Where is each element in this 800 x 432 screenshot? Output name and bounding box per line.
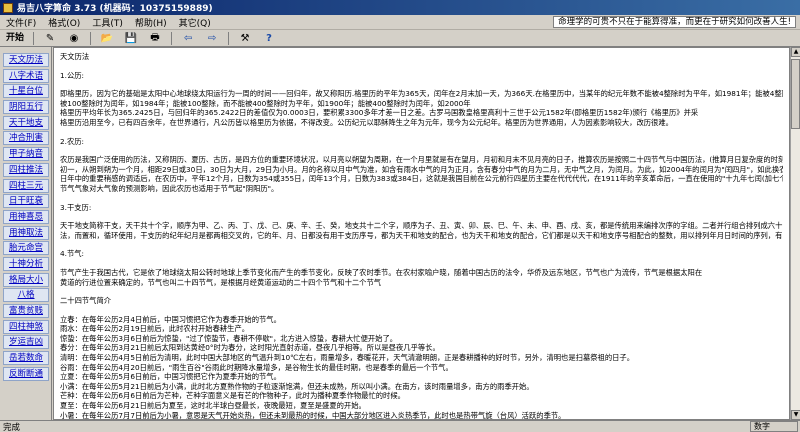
content-line: 立春：在每年公历2月4日前后，中国习惯把它作为春季开始的节气。 [60, 314, 281, 324]
sidebar-item[interactable]: 岁运吉凶 [3, 335, 49, 350]
sidebar-item[interactable]: 八格 [3, 288, 49, 303]
toolbar-separator [171, 31, 173, 45]
content-line: 即格里历，因为它的基础是太阳中心地球绕太阳运行为一周的时间——回归年，故又称阳历… [60, 89, 783, 99]
toolbar-separator [228, 31, 230, 45]
print-icon[interactable]: 🖶 [145, 31, 165, 46]
toolbar-separator [33, 31, 35, 45]
globe-icon[interactable]: ◉ [64, 31, 84, 46]
open-folder-icon[interactable]: 📂 [97, 31, 117, 46]
sidebar-item[interactable]: 富贵贫贱 [3, 304, 49, 318]
status-bar: 完成 数字 [0, 420, 800, 432]
app-icon [3, 2, 13, 13]
sidebar-item[interactable]: 用神喜忌 [3, 209, 49, 224]
content-line: 惊蛰：在每年公历3月6日前后为惊蛰，"过了惊蛰节，春耕不停歇"，北方进入惊蛰，春… [60, 333, 398, 343]
content-line: 3.干支历: [60, 202, 92, 212]
content-line: 日年中的重要稍感的调适后，在农历中，平年12个月，日数为354或355日，闰年1… [60, 174, 783, 184]
content-line: 天文历法 [60, 52, 90, 61]
content-line: 节气产生于我国古代，它是依了地球绕太阳公转时地球上季节变化而产生的季节变化，反映… [60, 267, 703, 277]
content-line: 天干地支简称干支，天干共十个字，顺序为甲、乙、丙、丁、戊、己、庚、辛、壬、癸，地… [60, 221, 783, 231]
content-line: 芒种：在每年公历6月6日前后为芒种，芒种字面意义是有芒的作物种子，此时为播种夏季… [60, 391, 405, 401]
slogan-text: 命理学的可贵不只在于能算得准，而更在于研究如何改善人生! [553, 16, 796, 28]
content-line: 二十四节气简介 [60, 296, 112, 306]
content-line: 雨水：在每年公历2月19日前后，此时农村开始春耕生产。 [60, 324, 250, 334]
tools-icon[interactable]: ⚒ [235, 31, 255, 46]
sidebar-item[interactable]: 岳若数命 [3, 351, 49, 366]
scroll-up-icon[interactable]: ▲ [791, 47, 800, 57]
vertical-scrollbar[interactable]: ▲ ▼ [790, 47, 800, 420]
window-title: 易吉八字算命 3.73 (机器码：10375159889) [17, 4, 213, 14]
sidebar-item[interactable]: 四柱推法 [3, 162, 49, 177]
sidebar-item[interactable]: 八字术语 [3, 68, 49, 83]
sidebar-item[interactable]: 十星台位 [3, 84, 49, 99]
content-line: 小暑：在每年公历7月7日前后为小暑，意思是天气开始炎热，但还未到最热的时候，中国… [60, 410, 566, 420]
content-line: 小满：在每年公历5月21日前后为小满，此时北方夏熟作物的子粒逐渐饱满，但还未成熟… [60, 381, 534, 391]
menu-other[interactable]: 其它(Q) [173, 16, 217, 29]
pen-icon[interactable]: ✎ [40, 31, 60, 46]
start-button[interactable]: 开始 [1, 31, 29, 46]
sidebar-item[interactable]: 冲合刑害 [3, 131, 49, 146]
sidebar-item[interactable]: 天干地支 [3, 115, 49, 130]
menu-tools[interactable]: 工具(T) [86, 16, 129, 29]
content-line: 春分：在每年公历3月21日前后太阳到达黄经0°时为春分，这时阳光直射赤道，昼夜几… [60, 343, 440, 353]
sidebar-item[interactable]: 日干旺衰 [3, 194, 49, 209]
forward-arrow-icon[interactable]: ⇨ [202, 31, 222, 46]
content-line: 2.农历: [60, 136, 85, 146]
content-line: 法，而置和，循环使用，干支历的纪年纪月是都两相交叉的，它的年、月、日都没有用干支… [60, 230, 783, 240]
content-line: 谷雨：在每年公历4月20日前后，"雨生百谷"谷雨此时期降水量增多，是谷物生长的最… [60, 362, 453, 372]
content-line: 节气气象对大气象的预测影响，因此农历也适用于节气起"阴阳历"。 [60, 183, 279, 193]
scroll-down-icon[interactable]: ▼ [791, 410, 800, 420]
toolbar-separator [90, 31, 92, 45]
sidebar-item[interactable]: 天文历法 [3, 53, 49, 67]
menu-format[interactable]: 格式(O) [42, 16, 86, 29]
sidebar-item[interactable]: 甲子纳音 [3, 147, 49, 162]
sidebar-nav: 天文历法 八字术语 十星台位 阴阳五行 天干地支 冲合刑害 甲子纳音 四柱推法 四柱三元 日干旺衰… [0, 47, 52, 420]
content-line: 格里历平均年长为365.2425日，与回归年的365.2422日的差值仅为0.0… [60, 108, 699, 118]
sidebar-item[interactable]: 反断断通 [3, 366, 49, 381]
sidebar-item[interactable]: 四柱神煞 [3, 319, 49, 334]
sidebar-item[interactable]: 格局大小 [3, 272, 49, 287]
content-line: 清明：在每年公历4月5日前后为清明，此时中国大部地区的气温升到10℃左右，雨量增… [60, 353, 635, 363]
status-mode: 数字 [750, 421, 798, 432]
content-line: 夏至：在每年公历6月21日前后为夏至，这时北半球白昼最长，夜晚最短，夏至是盛夏的… [60, 401, 366, 411]
help-icon[interactable]: ? [259, 31, 279, 46]
scroll-thumb[interactable] [791, 59, 800, 129]
sidebar-item[interactable]: 十神分析 [3, 256, 49, 271]
sidebar-item[interactable]: 胎元命宫 [3, 241, 49, 256]
status-text: 完成 [3, 422, 21, 432]
content-line: 格里历沿用至今，已有四百余年，在世界通行，凡公历皆以格里历为依据，不得改变。公历… [60, 117, 673, 127]
sidebar-item[interactable]: 用神取法 [3, 225, 49, 240]
back-arrow-icon[interactable]: ⇦ [178, 31, 198, 46]
content-pane: 天文历法 1.公历: 即格里历，因为它的基础是太阳中心地球绕太阳运行为一周的时间——… [53, 47, 790, 420]
toolbar: 开始 ✎ ◉ 📂 💾 🖶 ⇦ ⇨ ⚒ ? [0, 30, 800, 47]
menu-file[interactable]: 文件(F) [0, 16, 42, 29]
content-line: 农历是我国广泛使用的历法，又称阴历、夏历、古历，是四方位的重要环境状况，以月亮以… [60, 155, 783, 165]
sidebar-item[interactable]: 四柱三元 [3, 178, 49, 193]
content-line: 4.节气: [60, 249, 85, 259]
content-line: 初一，从朔到朔为一个月，相距29日或30日，30日为大月，29日为小月。月的名称… [60, 164, 783, 174]
sidebar-item[interactable]: 阴阳五行 [3, 100, 49, 115]
title-bar: 易吉八字算命 3.73 (机器码：10375159889) [0, 0, 800, 15]
save-icon[interactable]: 💾 [121, 31, 141, 46]
content-line: 黄道的行进位置来确定的，节气也叫二十四节气，是根据月经黄道运动的二十四个节气和十… [60, 277, 382, 287]
menu-help[interactable]: 帮助(H) [129, 16, 173, 29]
content-line: 1.公历: [60, 70, 85, 80]
content-line: 立夏：在每年公历5月6日前后，中国习惯把它作为夏季开始的节气。 [60, 372, 281, 382]
content-line: 被100整除时为闰年，如1984年；能被100整除，而不能被400整除时为平年，… [60, 98, 471, 108]
menu-bar: 文件(F) 格式(O) 工具(T) 帮助(H) 其它(Q) 命理学的可贵不只在于… [0, 15, 800, 30]
